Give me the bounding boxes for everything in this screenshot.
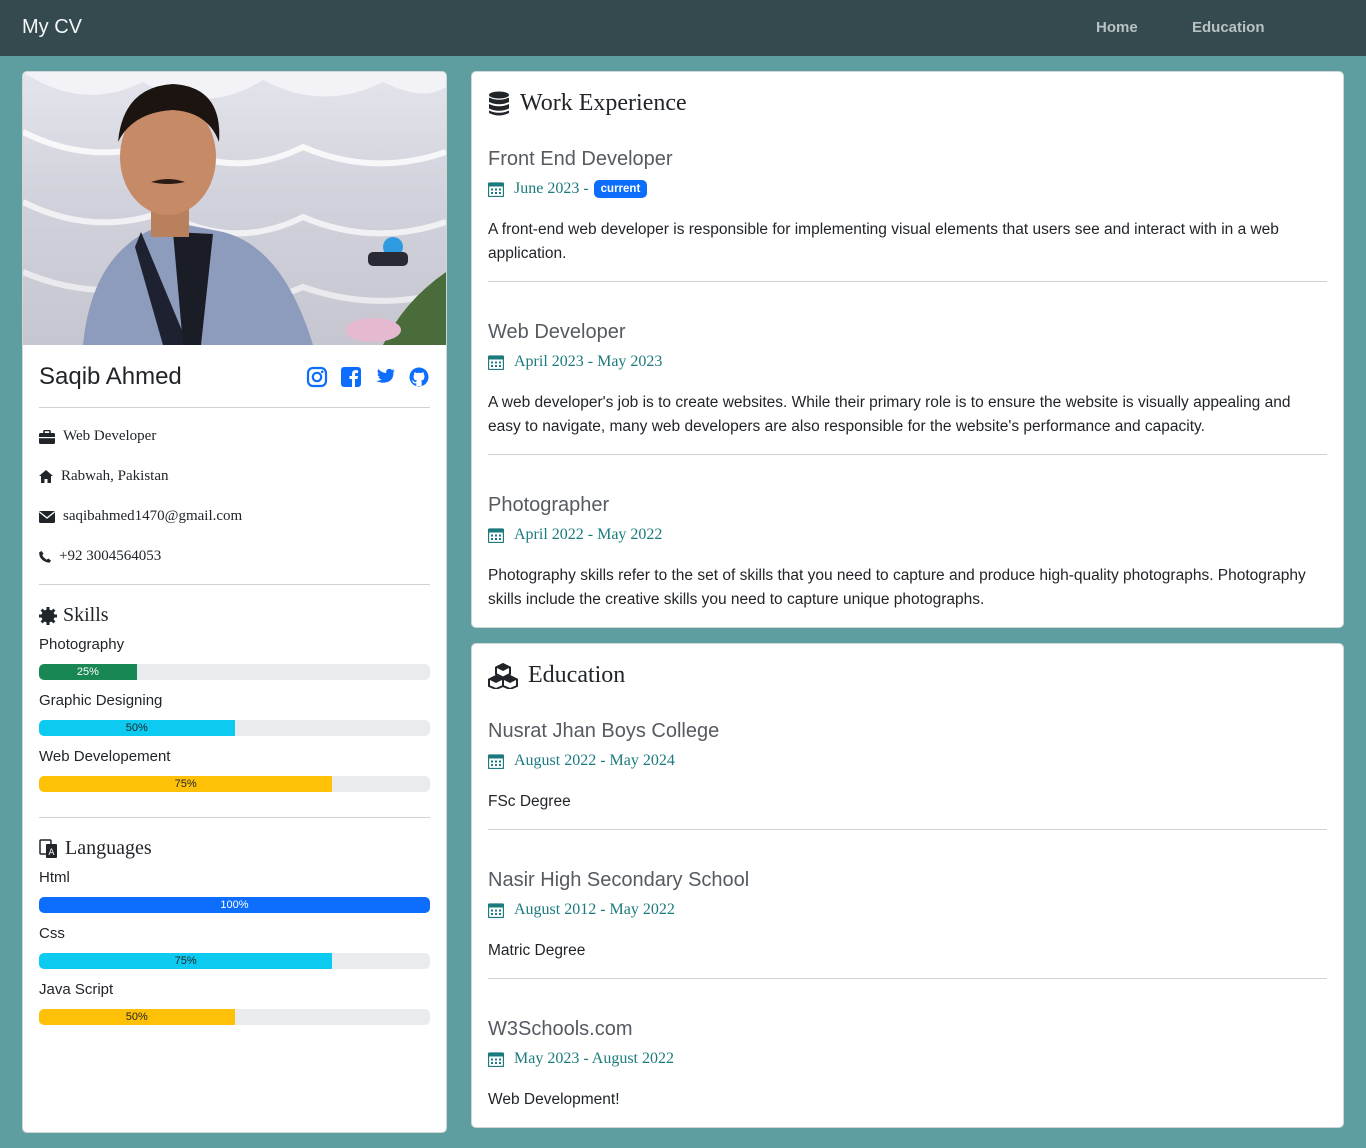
progress-label: Web Developement — [39, 748, 171, 765]
phone-text: +92 3004564053 — [59, 548, 162, 564]
profile-card: Saqib Ahmed Web Developer Rabwah, Pakist… — [22, 71, 447, 1133]
progress-fill: 50% — [39, 1009, 235, 1025]
education-title-text: Education — [528, 662, 626, 688]
divider — [488, 829, 1327, 830]
calendar-icon — [488, 528, 504, 543]
progress-bar: 100% — [39, 897, 430, 913]
education-entry-date: May 2023 - August 2022 — [488, 1050, 674, 1068]
education-entry-description: FSc Degree — [488, 793, 571, 810]
work-entry-title: Web Developer — [488, 321, 626, 343]
work-experience-card: Work Experience Front End Developer June… — [471, 71, 1344, 628]
current-badge: current — [593, 180, 648, 198]
nav-link-home[interactable]: Home — [1096, 19, 1138, 36]
progress-label: Html — [39, 869, 70, 886]
github-icon[interactable] — [408, 366, 430, 388]
skills-title: Skills — [39, 604, 109, 627]
education-entry-title: Nasir High Secondary School — [488, 869, 750, 891]
email-text[interactable]: saqibahmed1470@gmail.com — [63, 508, 242, 525]
social-links — [306, 366, 430, 388]
progress-fill: 100% — [39, 897, 430, 913]
home-icon — [39, 470, 53, 483]
calendar-icon — [488, 182, 504, 197]
work-entry-date: April 2022 - May 2022 — [488, 526, 662, 544]
cubes-icon — [488, 662, 518, 689]
date-text: June 2023 - — [514, 180, 589, 197]
location-text: Rabwah, Pakistan — [61, 468, 169, 484]
date-text: April 2023 - May 2023 — [514, 353, 663, 370]
progress-bar: 50% — [39, 1009, 430, 1025]
progress-label: Photography — [39, 636, 125, 653]
work-entry-title: Front End Developer — [488, 148, 673, 170]
calendar-icon — [488, 1052, 504, 1067]
info-location: Rabwah, Pakistan — [39, 468, 168, 485]
date-text: April 2022 - May 2022 — [514, 526, 663, 543]
work-entry-date: June 2023 - current — [488, 180, 648, 198]
education-entry-date: August 2022 - May 2024 — [488, 752, 675, 770]
translate-icon: A — [39, 838, 57, 858]
progress-fill: 75% — [39, 776, 333, 792]
progress-label: Css — [39, 925, 65, 942]
education-title: Education — [488, 662, 625, 689]
work-entry-description: Photography skills refer to the set of s… — [488, 567, 1306, 608]
briefcase-icon — [39, 429, 55, 444]
database-icon — [489, 91, 509, 115]
nav-link-education[interactable]: Education — [1192, 19, 1265, 36]
progress-label: Graphic Designing — [39, 692, 163, 709]
progress-fill: 25% — [39, 664, 137, 680]
navbar: My CV Home Education — [0, 0, 1366, 56]
calendar-icon — [488, 903, 504, 918]
profile-name: Saqib Ahmed — [39, 363, 182, 390]
progress-fill: 50% — [39, 720, 235, 736]
work-entry-description: A front-end web developer is responsible… — [488, 221, 1279, 262]
work-entry-description: A web developer's job is to create websi… — [488, 394, 1291, 435]
divider — [39, 584, 430, 585]
date-text: May 2023 - August 2022 — [514, 1050, 674, 1067]
progress-bar: 75% — [39, 776, 430, 792]
work-entry-date: April 2023 - May 2023 — [488, 353, 662, 371]
education-entry-description: Matric Degree — [488, 942, 586, 959]
gear-icon — [39, 606, 57, 625]
work-title: Work Experience — [488, 90, 687, 117]
languages-title: A Languages — [39, 837, 152, 860]
svg-text:A: A — [48, 848, 55, 858]
envelope-icon — [39, 510, 55, 523]
progress-bar: 50% — [39, 720, 430, 736]
languages-title-text: Languages — [65, 837, 152, 859]
divider — [488, 978, 1327, 979]
instagram-icon[interactable] — [306, 366, 328, 388]
education-card: Education Nusrat Jhan Boys College Augus… — [471, 643, 1344, 1128]
calendar-icon — [488, 355, 504, 370]
work-title-text: Work Experience — [520, 90, 687, 116]
skills-title-text: Skills — [63, 604, 109, 626]
divider — [488, 454, 1327, 455]
date-text: August 2022 - May 2024 — [514, 752, 675, 769]
work-entry-title: Photographer — [488, 494, 610, 516]
info-job: Web Developer — [39, 428, 156, 445]
job-text: Web Developer — [63, 428, 157, 444]
facebook-icon[interactable] — [340, 366, 362, 388]
progress-bar: 75% — [39, 953, 430, 969]
divider — [39, 407, 430, 408]
date-text: August 2012 - May 2022 — [514, 901, 675, 918]
brand[interactable]: My CV — [22, 16, 82, 39]
divider — [488, 281, 1327, 282]
phone-icon — [39, 550, 51, 563]
info-phone: +92 3004564053 — [39, 548, 161, 565]
divider — [39, 817, 430, 818]
progress-label: Java Script — [39, 981, 114, 998]
calendar-icon — [488, 754, 504, 769]
education-entry-description: Web Development! — [488, 1091, 620, 1108]
education-entry-title: W3Schools.com — [488, 1018, 633, 1040]
profile-photo — [23, 72, 446, 345]
info-email: saqibahmed1470@gmail.com — [39, 508, 242, 525]
education-entry-date: August 2012 - May 2022 — [488, 901, 675, 919]
twitter-icon[interactable] — [374, 366, 396, 388]
progress-fill: 75% — [39, 953, 333, 969]
education-entry-title: Nusrat Jhan Boys College — [488, 720, 720, 742]
progress-bar: 25% — [39, 664, 430, 680]
